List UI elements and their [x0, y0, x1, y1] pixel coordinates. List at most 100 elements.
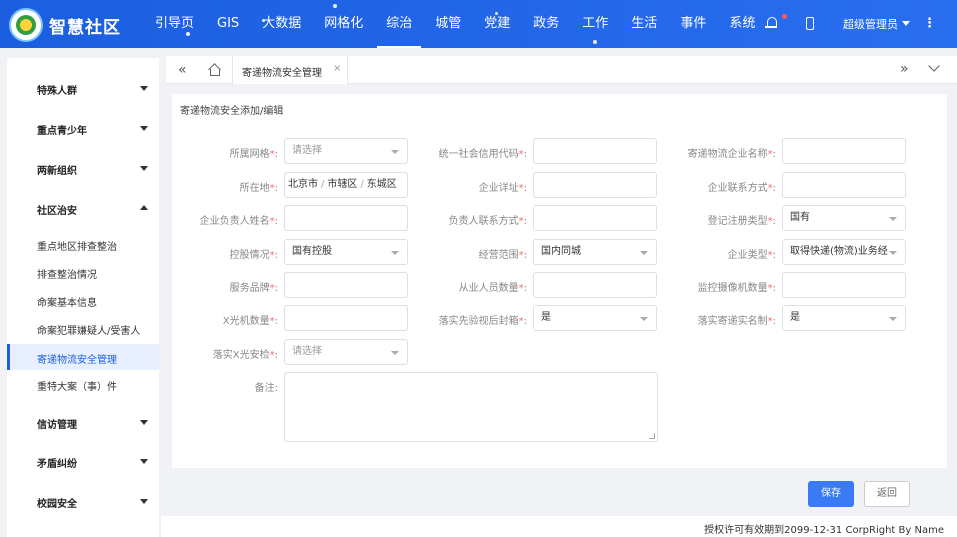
contact-input[interactable]	[782, 172, 906, 198]
sidebar-item-key-areas[interactable]: 重点地区排查整治	[7, 231, 159, 257]
brand-name: 智慧社区	[49, 18, 121, 38]
sidebar-group-orgs[interactable]: 两新组织	[7, 149, 159, 189]
company-name-input[interactable]	[782, 138, 906, 164]
field-label-address: 企业详址*:	[478, 183, 527, 194]
caret-down-icon	[889, 317, 897, 321]
chevron-down-icon[interactable]	[928, 60, 940, 72]
real-name-select[interactable]: 是	[782, 305, 906, 331]
staff-count-input[interactable]	[533, 272, 657, 298]
caret-down-icon	[640, 251, 648, 255]
caret-down-icon	[140, 459, 148, 464]
mobile-icon[interactable]	[806, 17, 814, 30]
field-label-location: 所在地*:	[239, 183, 278, 194]
caret-down-icon	[140, 499, 148, 504]
double-chevron-right-icon[interactable]: »	[900, 61, 909, 77]
remark-textarea[interactable]	[284, 372, 658, 442]
sidebar-group-youth[interactable]: 重点青少年	[7, 109, 159, 149]
field-label-remark: 备注:	[254, 383, 278, 394]
field-label-reg-type: 登记注册类型*:	[707, 216, 776, 227]
caret-down-icon	[889, 251, 897, 255]
sidebar-group-petition[interactable]: 信访管理	[7, 403, 159, 443]
field-label-scope: 经营范围*:	[478, 250, 527, 261]
double-chevron-left-icon[interactable]: «	[178, 62, 187, 78]
field-label-real-name: 落实寄递实名制*:	[697, 316, 776, 327]
field-label-credit-code: 统一社会信用代码*:	[438, 149, 527, 160]
sidebar-item-case-info[interactable]: 命案基本信息	[7, 287, 159, 313]
bell-icon[interactable]	[765, 16, 777, 30]
sidebar-item-label: 重点地区排查整治	[37, 242, 117, 253]
caret-down-icon	[140, 86, 148, 91]
camera-count-input[interactable]	[782, 272, 906, 298]
sidebar-group-label: 社区治安	[37, 206, 77, 217]
xray-check-select[interactable]: 请选择	[284, 339, 408, 365]
sidebar-group-campus[interactable]: 校园安全	[7, 482, 159, 522]
sidebar-group-label: 信访管理	[37, 420, 77, 431]
form-card: 寄递物流安全添加/编辑 所属网格*: 请选择 统一社会信用代码*: 寄递物流企业…	[172, 94, 947, 468]
caret-down-icon	[391, 351, 399, 355]
field-label-leader-name: 企业负责人姓名*:	[199, 216, 278, 227]
reg-type-select[interactable]: 国有	[782, 205, 906, 231]
nav-item-life[interactable]: 生活	[622, 0, 666, 48]
nav-item-system[interactable]: 系统	[720, 0, 764, 48]
location-cascader[interactable]: 北京市 / 市辖区 / 东城区	[284, 172, 408, 198]
nav-item-guide[interactable]: 引导页	[146, 0, 203, 48]
holding-select[interactable]: 国有控股	[284, 239, 408, 265]
nav-item-affairs[interactable]: 政务	[524, 0, 568, 48]
leader-phone-input[interactable]	[533, 205, 657, 231]
field-label-xray-count: X光机数量*:	[222, 316, 278, 327]
brand-input[interactable]	[284, 272, 408, 298]
nav-item-bigdata[interactable]: 大数据	[253, 0, 310, 48]
field-label-inspect-before-seal: 落实先验视后封箱*:	[438, 316, 527, 327]
sidebar-group-label: 重点青少年	[37, 126, 87, 137]
sidebar-group-disputes[interactable]: 矛盾纠纷	[7, 442, 159, 482]
xray-count-input[interactable]	[284, 305, 408, 331]
nav-item-gis[interactable]: GIS	[208, 0, 248, 48]
address-input[interactable]	[533, 172, 657, 198]
field-label-staff-count: 从业人员数量*:	[458, 283, 527, 294]
nav-item-urban[interactable]: 城管	[426, 0, 470, 48]
sidebar-item-logistics[interactable]: 寄递物流安全管理	[7, 344, 159, 370]
field-label-leader-phone: 负责人联系方式*:	[448, 216, 527, 227]
sidebar-item-label: 重特大案（事）件	[37, 382, 117, 393]
nav-item-events[interactable]: 事件	[671, 0, 715, 48]
logo-icon	[9, 8, 43, 42]
snow-dot	[262, 19, 265, 22]
field-label-xray-check: 落实X光安检*:	[212, 350, 278, 361]
grid-select[interactable]: 请选择	[284, 138, 408, 164]
caret-down-icon	[140, 126, 148, 131]
sidebar-item-label: 命案基本信息	[37, 298, 97, 309]
sidebar: 特殊人群 重点青少年 两新组织 社区治安 重点地区排查整治 排查整治情况 命案基…	[7, 58, 159, 537]
tab-label: 寄递物流安全管理	[242, 68, 322, 79]
more-icon[interactable]: ⋮	[923, 16, 936, 31]
sidebar-item-major-cases[interactable]: 重特大案（事）件	[7, 371, 159, 397]
caret-down-icon	[902, 21, 910, 26]
resize-handle-icon[interactable]	[649, 433, 655, 439]
back-button[interactable]: 返回	[864, 481, 910, 507]
caret-down-icon	[391, 251, 399, 255]
company-type-select[interactable]: 取得快递(物流)业务经	[782, 239, 906, 265]
sidebar-item-inspection[interactable]: 排查整治情况	[7, 259, 159, 285]
sidebar-group-special[interactable]: 特殊人群	[7, 69, 159, 109]
credit-code-input[interactable]	[533, 138, 657, 164]
save-button[interactable]: 保存	[808, 481, 854, 507]
user-name: 超级管理员	[843, 18, 898, 31]
field-label-camera-count: 监控摄像机数量*:	[697, 283, 776, 294]
nav-item-governance[interactable]: 综治	[377, 0, 422, 48]
user-menu[interactable]: 超级管理员	[843, 16, 910, 32]
close-icon[interactable]: ×	[333, 63, 341, 74]
sidebar-item-suspects[interactable]: 命案犯罪嫌疑人/受害人	[7, 315, 159, 341]
nav-item-grid[interactable]: 网格化	[315, 0, 372, 48]
scope-select[interactable]: 国内同城	[533, 239, 657, 265]
home-icon[interactable]	[208, 63, 220, 76]
caret-down-icon	[889, 217, 897, 221]
sidebar-group-security[interactable]: 社区治安	[7, 189, 159, 229]
field-label-company-type: 企业类型*:	[727, 250, 776, 261]
field-label-brand: 服务品牌*:	[229, 283, 278, 294]
snow-dot	[186, 32, 190, 36]
leader-name-input[interactable]	[284, 205, 408, 231]
caret-down-icon	[140, 166, 148, 171]
tab-logistics[interactable]: 寄递物流安全管理 ×	[232, 56, 348, 84]
inspect-before-seal-select[interactable]: 是	[533, 305, 657, 331]
nav-item-party[interactable]: 党建	[475, 0, 519, 48]
caret-down-icon	[640, 317, 648, 321]
